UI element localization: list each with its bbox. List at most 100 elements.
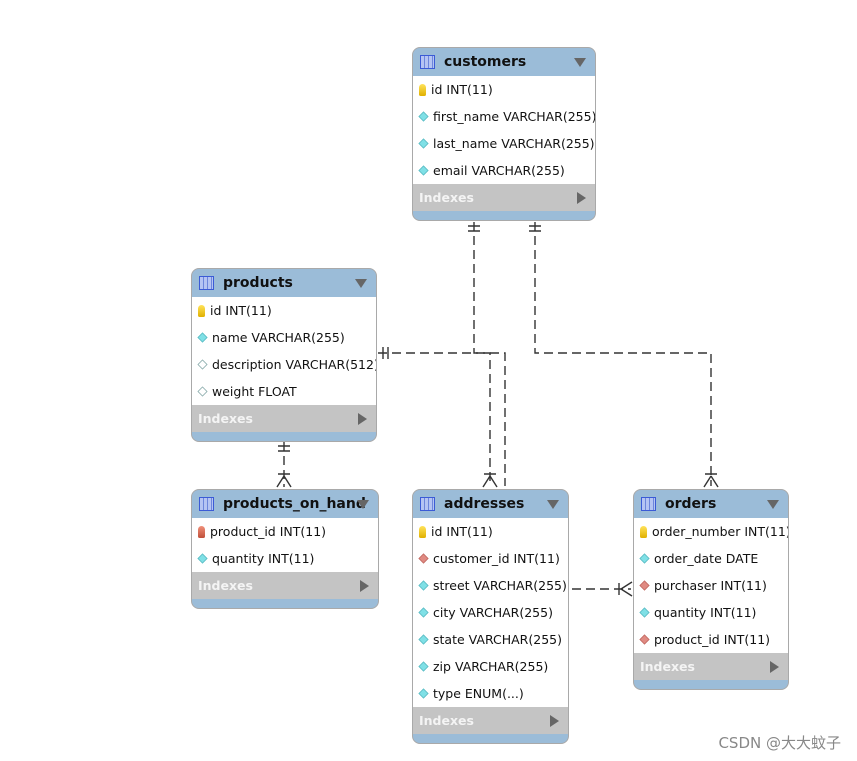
column-row[interactable]: first_name VARCHAR(255): [413, 103, 595, 130]
table-header[interactable]: orders: [634, 490, 788, 518]
table-header[interactable]: customers: [413, 48, 595, 76]
indexes-section[interactable]: Indexes: [192, 405, 376, 432]
collapse-arrow-icon[interactable]: [355, 279, 367, 288]
column-row[interactable]: weight FLOAT: [192, 378, 376, 405]
column-row[interactable]: order_date DATE: [634, 545, 788, 572]
expand-arrow-icon[interactable]: [550, 715, 559, 727]
column-label: product_id INT(11): [210, 524, 327, 539]
column-label: name VARCHAR(255): [212, 330, 345, 345]
column-label: email VARCHAR(255): [433, 163, 565, 178]
column-row[interactable]: name VARCHAR(255): [192, 324, 376, 351]
not-null-column-icon: [418, 688, 429, 699]
column-row[interactable]: quantity INT(11): [634, 599, 788, 626]
column-label: product_id INT(11): [654, 632, 771, 647]
not-null-column-icon: [639, 607, 650, 618]
table-icon: [199, 276, 214, 290]
column-row[interactable]: zip VARCHAR(255): [413, 653, 568, 680]
table-products[interactable]: products id INT(11) name VARCHAR(255) descr…: [191, 268, 377, 442]
table-name: products: [223, 275, 293, 291]
primary-key-icon: [198, 304, 205, 317]
indexes-section[interactable]: Indexes: [413, 184, 595, 211]
column-label: id INT(11): [431, 82, 493, 97]
table-name: orders: [665, 496, 717, 512]
collapse-arrow-icon[interactable]: [547, 500, 559, 509]
one-mark: [468, 225, 541, 232]
column-label: id INT(11): [431, 524, 493, 539]
column-label: last_name VARCHAR(255): [433, 136, 595, 151]
column-row[interactable]: quantity INT(11): [192, 545, 378, 572]
column-row[interactable]: customer_id INT(11): [413, 545, 568, 572]
table-footer: [192, 599, 378, 608]
rel-products-addresses: [378, 352, 506, 486]
column-label: zip VARCHAR(255): [433, 659, 549, 674]
column-label: state VARCHAR(255): [433, 632, 562, 647]
not-null-column-icon: [197, 553, 208, 564]
table-footer: [413, 211, 595, 220]
table-footer: [634, 680, 788, 689]
table-orders[interactable]: orders order_number INT(11) order_date DAT…: [633, 489, 789, 690]
column-label: type ENUM(...): [433, 686, 524, 701]
not-null-column-icon: [418, 165, 429, 176]
column-row[interactable]: email VARCHAR(255): [413, 157, 595, 184]
column-label: purchaser INT(11): [654, 578, 767, 593]
column-row[interactable]: last_name VARCHAR(255): [413, 130, 595, 157]
not-null-column-icon: [418, 607, 429, 618]
table-icon: [420, 497, 435, 511]
indexes-label: Indexes: [419, 713, 474, 728]
not-null-column-icon: [197, 332, 208, 343]
column-row[interactable]: state VARCHAR(255): [413, 626, 568, 653]
collapse-arrow-icon[interactable]: [574, 58, 586, 67]
column-row[interactable]: id INT(11): [413, 518, 568, 545]
indexes-section[interactable]: Indexes: [634, 653, 788, 680]
indexes-section[interactable]: Indexes: [192, 572, 378, 599]
indexes-label: Indexes: [198, 411, 253, 426]
collapse-arrow-icon[interactable]: [767, 500, 779, 509]
column-label: quantity INT(11): [212, 551, 315, 566]
indexes-label: Indexes: [640, 659, 695, 674]
column-label: quantity INT(11): [654, 605, 757, 620]
table-footer: [413, 734, 568, 743]
not-null-column-icon: [418, 634, 429, 645]
expand-arrow-icon[interactable]: [360, 580, 369, 592]
expand-arrow-icon[interactable]: [770, 661, 779, 673]
column-label: weight FLOAT: [212, 384, 297, 399]
column-row[interactable]: street VARCHAR(255): [413, 572, 568, 599]
primary-key-icon: [419, 525, 426, 538]
expand-arrow-icon[interactable]: [577, 192, 586, 204]
indexes-section[interactable]: Indexes: [413, 707, 568, 734]
column-row[interactable]: description VARCHAR(512): [192, 351, 376, 378]
nullable-column-icon: [197, 359, 208, 370]
column-row[interactable]: id INT(11): [192, 297, 376, 324]
foreign-primary-key-icon: [198, 525, 205, 538]
table-customers[interactable]: customers id INT(11) first_name VARCHAR(25…: [412, 47, 596, 221]
table-name: addresses: [444, 496, 525, 512]
table-header[interactable]: products: [192, 269, 376, 297]
column-row[interactable]: product_id INT(11): [634, 626, 788, 653]
column-row[interactable]: id INT(11): [413, 76, 595, 103]
column-row[interactable]: type ENUM(...): [413, 680, 568, 707]
nullable-column-icon: [197, 386, 208, 397]
not-null-column-icon: [418, 580, 429, 591]
table-products_on_hand[interactable]: products_on_hand product_id INT(11) quanti…: [191, 489, 379, 609]
primary-key-icon: [640, 525, 647, 538]
column-row[interactable]: product_id INT(11): [192, 518, 378, 545]
table-addresses[interactable]: addresses id INT(11) customer_id INT(11) st…: [412, 489, 569, 744]
column-row[interactable]: purchaser INT(11): [634, 572, 788, 599]
rel-customers-addresses: [473, 222, 491, 486]
primary-key-icon: [419, 83, 426, 96]
collapse-arrow-icon[interactable]: [357, 500, 369, 509]
column-label: street VARCHAR(255): [433, 578, 567, 593]
table-header[interactable]: products_on_hand: [192, 490, 378, 518]
table-icon: [420, 55, 435, 69]
expand-arrow-icon[interactable]: [358, 413, 367, 425]
column-label: description VARCHAR(512): [212, 357, 377, 372]
rel-customers-orders: [534, 222, 712, 486]
column-label: customer_id INT(11): [433, 551, 560, 566]
column-row[interactable]: city VARCHAR(255): [413, 599, 568, 626]
watermark: CSDN @大大蚊子: [718, 734, 841, 752]
column-label: order_number INT(11): [652, 524, 789, 539]
table-header[interactable]: addresses: [413, 490, 568, 518]
indexes-label: Indexes: [198, 578, 253, 593]
column-row[interactable]: order_number INT(11): [634, 518, 788, 545]
foreign-key-column-icon: [639, 634, 650, 645]
